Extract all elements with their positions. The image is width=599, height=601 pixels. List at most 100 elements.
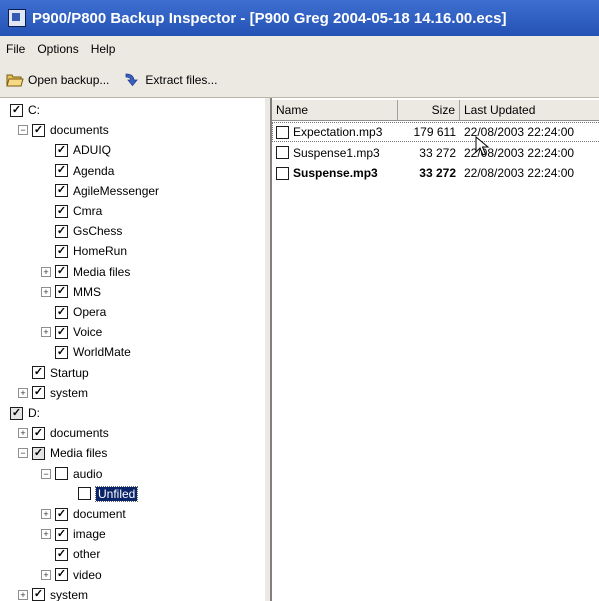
tree-spacer bbox=[41, 206, 51, 216]
tree-checkbox[interactable]: ✓ bbox=[55, 164, 68, 178]
tree-checkbox[interactable]: ✓ bbox=[32, 588, 45, 601]
tree-node[interactable]: ✓ WorldMate bbox=[41, 342, 131, 362]
tree-node-label: documents bbox=[50, 123, 109, 138]
tree-node[interactable]: ✓ HomeRun bbox=[41, 241, 127, 261]
tree-checkbox[interactable]: ✓ bbox=[55, 568, 68, 582]
expand-icon[interactable]: + bbox=[18, 387, 28, 398]
tree-node-label: Agenda bbox=[73, 163, 115, 178]
tree-node-label: WorldMate bbox=[73, 345, 131, 360]
expand-icon[interactable]: + bbox=[41, 327, 51, 338]
extract-files-button[interactable]: Extract files... bbox=[123, 72, 217, 87]
tree-checkbox[interactable]: ✓ bbox=[10, 103, 23, 117]
column-name[interactable]: Name bbox=[272, 100, 398, 120]
menu-options[interactable]: Options bbox=[37, 42, 78, 56]
tree-node[interactable]: + ✓ system bbox=[18, 585, 88, 601]
tree-node[interactable]: ✓ Startup bbox=[18, 363, 89, 383]
tree-node[interactable]: + ✓ system bbox=[18, 383, 88, 403]
collapse-icon[interactable]: − bbox=[41, 468, 51, 479]
tree-node[interactable]: + ✓ MMS bbox=[41, 282, 101, 302]
tree-node-label: C: bbox=[28, 103, 40, 117]
tree-checkbox[interactable]: ✓ bbox=[55, 285, 68, 299]
tree-checkbox[interactable]: ✓ bbox=[55, 244, 68, 258]
tree-checkbox[interactable]: ✓ bbox=[32, 386, 45, 400]
tree-node-label: GsChess bbox=[73, 224, 123, 239]
tree-node-label: ADUIQ bbox=[73, 143, 112, 158]
tree-node[interactable]: + ✓ documents bbox=[18, 423, 109, 443]
list-row[interactable]: Suspense.mp3 33 272 22/08/2003 22:24:00 bbox=[272, 163, 599, 183]
tree-checkbox[interactable]: ✓ bbox=[55, 224, 68, 238]
menu-bar: File Options Help bbox=[0, 36, 599, 62]
tree-node[interactable]: + ✓ image bbox=[41, 524, 106, 544]
mouse-cursor-icon bbox=[475, 136, 490, 156]
file-checkbox[interactable] bbox=[276, 166, 289, 180]
tree-spacer bbox=[64, 488, 74, 499]
tree-node[interactable]: + ✓ video bbox=[41, 565, 102, 585]
tree-node[interactable]: Unfiled bbox=[64, 484, 139, 504]
expand-icon[interactable]: + bbox=[41, 286, 51, 297]
tree-node[interactable]: ✓ Agenda bbox=[41, 161, 114, 181]
tree-node[interactable]: ✓ Cmra bbox=[41, 201, 102, 221]
tree-node[interactable]: ✓ C: bbox=[10, 100, 40, 120]
tree-checkbox[interactable]: ✓ bbox=[55, 204, 68, 218]
folder-open-icon bbox=[6, 72, 24, 87]
tree-node[interactable]: − ✓ documents bbox=[18, 120, 109, 140]
file-checkbox[interactable] bbox=[276, 146, 289, 159]
expand-icon[interactable]: + bbox=[18, 428, 28, 439]
tree-checkbox[interactable]: ✓ bbox=[55, 547, 68, 561]
file-name: Expectation.mp3 bbox=[293, 125, 383, 139]
tree-node[interactable]: ✓ other bbox=[41, 544, 100, 564]
tree-checkbox[interactable] bbox=[55, 467, 68, 481]
tree-checkbox[interactable]: ✓ bbox=[32, 446, 45, 460]
expand-icon[interactable]: + bbox=[41, 529, 51, 540]
file-checkbox[interactable] bbox=[276, 125, 289, 139]
tree-spacer bbox=[41, 165, 51, 176]
menu-help[interactable]: Help bbox=[91, 42, 116, 56]
tree-checkbox[interactable]: ✓ bbox=[10, 406, 23, 420]
tree-checkbox[interactable]: ✓ bbox=[55, 265, 68, 279]
expand-icon[interactable]: + bbox=[41, 509, 51, 519]
column-last-updated[interactable]: Last Updated bbox=[460, 100, 599, 120]
tree-node[interactable]: − audio bbox=[41, 464, 102, 484]
list-row[interactable]: Expectation.mp3 179 611 22/08/2003 22:24:0… bbox=[272, 122, 599, 142]
menu-file[interactable]: File bbox=[6, 42, 25, 56]
tree-checkbox[interactable]: ✓ bbox=[55, 184, 68, 198]
tree-node[interactable]: ✓ D: bbox=[10, 403, 40, 423]
tree-checkbox[interactable]: ✓ bbox=[55, 527, 68, 541]
tree-node[interactable]: ✓ GsChess bbox=[41, 221, 122, 241]
open-backup-button[interactable]: Open backup... bbox=[6, 72, 109, 87]
tree-spacer bbox=[41, 307, 51, 317]
tree-spacer bbox=[41, 347, 51, 358]
list-row[interactable]: Suspense1.mp3 33 272 22/08/2003 22:24:00 bbox=[272, 143, 599, 163]
tree-node[interactable]: + ✓ Voice bbox=[41, 322, 102, 342]
folder-tree[interactable]: ✓ C: − ✓ documents ✓ ADUIQ ✓ Agenda ✓ AgileMesseng… bbox=[10, 98, 267, 601]
tree-node[interactable]: ✓ Opera bbox=[41, 302, 106, 322]
tree-checkbox[interactable]: ✓ bbox=[55, 345, 68, 359]
expand-icon[interactable]: + bbox=[18, 589, 28, 600]
tree-node[interactable]: + ✓ document bbox=[41, 504, 126, 524]
tree-checkbox[interactable] bbox=[78, 487, 91, 501]
toolbar: Open backup... Extract files... bbox=[0, 62, 599, 98]
tree-checkbox[interactable]: ✓ bbox=[32, 426, 45, 440]
file-name: Suspense1.mp3 bbox=[293, 145, 380, 160]
tree-checkbox[interactable]: ✓ bbox=[32, 123, 45, 137]
tree-node[interactable]: − ✓ Media files bbox=[18, 443, 107, 463]
app-icon[interactable] bbox=[8, 9, 26, 27]
file-last-updated: 22/08/2003 22:24:00 bbox=[464, 166, 575, 180]
file-size: 33 272 bbox=[419, 145, 456, 160]
column-size[interactable]: Size bbox=[398, 100, 460, 120]
tree-checkbox[interactable]: ✓ bbox=[55, 507, 68, 521]
tree-spacer bbox=[41, 185, 51, 196]
tree-checkbox[interactable]: ✓ bbox=[32, 366, 45, 380]
expand-icon[interactable]: + bbox=[41, 266, 51, 277]
tree-node-label: Opera bbox=[73, 305, 107, 319]
tree-checkbox[interactable]: ✓ bbox=[55, 305, 68, 319]
collapse-icon[interactable]: − bbox=[18, 125, 28, 136]
file-list[interactable]: Name Size Last Updated Expectation.mp3 17… bbox=[270, 98, 599, 601]
collapse-icon[interactable]: − bbox=[18, 448, 28, 459]
tree-node[interactable]: ✓ AgileMessenger bbox=[41, 181, 159, 201]
tree-node[interactable]: + ✓ Media files bbox=[41, 262, 130, 282]
tree-checkbox[interactable]: ✓ bbox=[55, 325, 68, 339]
expand-icon[interactable]: + bbox=[41, 569, 51, 580]
tree-node[interactable]: ✓ ADUIQ bbox=[41, 140, 111, 160]
tree-checkbox[interactable]: ✓ bbox=[55, 143, 68, 157]
